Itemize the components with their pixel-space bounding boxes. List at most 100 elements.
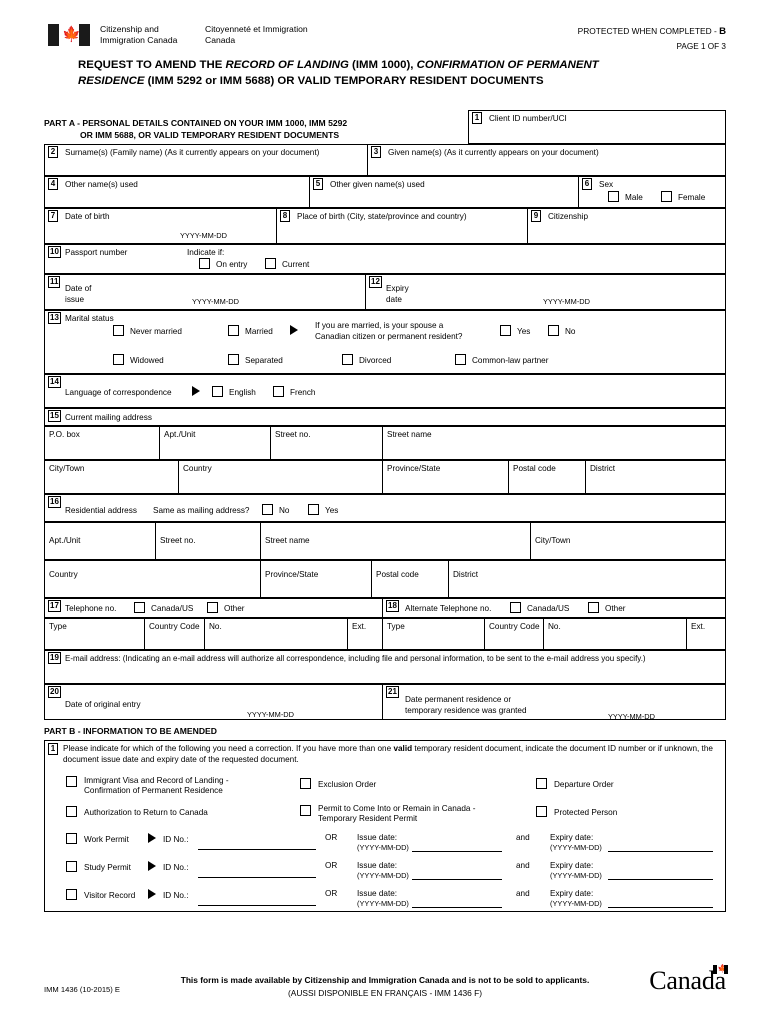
field-number-5: 5	[313, 178, 323, 190]
hint-work-permit-issue-format: (YYYY-MM-DD)	[357, 843, 409, 852]
label-res-postal-code: Postal code	[376, 570, 419, 579]
label-visitor-record-or: OR	[325, 889, 338, 898]
divider	[260, 560, 261, 598]
checkbox-trp[interactable]	[300, 805, 311, 816]
checkbox-same-address-no[interactable]	[262, 504, 273, 515]
label-study-permit-expiry-date: Expiry date:	[550, 861, 594, 870]
divider	[448, 560, 449, 598]
input-study-permit-id[interactable]	[198, 877, 316, 878]
label-apt-unit: Apt./Unit	[164, 430, 196, 439]
checkbox-visitor-record[interactable]	[66, 889, 77, 900]
arrow-icon	[148, 889, 156, 899]
checkbox-study-permit[interactable]	[66, 861, 77, 872]
label-language-french: French	[290, 388, 316, 397]
label-passport-current: Current	[282, 260, 310, 269]
checkbox-work-permit[interactable]	[66, 833, 77, 844]
checkbox-alt-telephone-canada-us[interactable]	[510, 602, 521, 613]
label-never-married: Never married	[130, 327, 182, 336]
checkbox-spouse-no[interactable]	[548, 325, 559, 336]
checkbox-language-english[interactable]	[212, 386, 223, 397]
hint-expiry-date-format: YYYY-MM-DD	[543, 297, 590, 306]
department-name-fr: Citoyenneté et Immigration Canada	[205, 24, 308, 46]
form-title: REQUEST TO AMEND THE RECORD OF LANDING (…	[78, 59, 599, 87]
checkbox-separated[interactable]	[228, 354, 239, 365]
checkbox-passport-current[interactable]	[265, 258, 276, 269]
checkbox-spouse-yes[interactable]	[500, 325, 511, 336]
label-expiry-date-l2: date	[386, 295, 402, 304]
row-mailing-address-2	[44, 460, 726, 494]
divider	[367, 144, 368, 176]
label-visitor-record: Visitor Record	[84, 891, 136, 900]
label-marital-status: Marital status	[65, 314, 114, 323]
input-study-permit-issue-date[interactable]	[412, 879, 502, 880]
checkbox-protected-person[interactable]	[536, 806, 547, 817]
input-visitor-record-expiry-date[interactable]	[608, 907, 713, 908]
page-indicator: PAGE 1 OF 3	[676, 42, 726, 51]
hint-date-of-birth-format: YYYY-MM-DD	[180, 231, 227, 240]
checkbox-widowed[interactable]	[113, 354, 124, 365]
input-visitor-record-id[interactable]	[198, 905, 316, 906]
label-study-permit-and: and	[516, 861, 530, 870]
label-indicate-if: Indicate if:	[187, 248, 225, 257]
label-street-no: Street no.	[275, 430, 311, 439]
input-visitor-record-issue-date[interactable]	[412, 907, 502, 908]
checkbox-immigrant-visa[interactable]	[66, 776, 77, 787]
hint-issue-date-format: YYYY-MM-DD	[192, 297, 239, 306]
checkbox-sex-female[interactable]	[661, 191, 672, 202]
checkbox-telephone-other[interactable]	[207, 602, 218, 613]
label-same-as-mailing: Same as mailing address?	[153, 506, 250, 515]
hint-original-entry-format: YYYY-MM-DD	[247, 710, 294, 719]
page-header: 🍁 Citizenship and Immigration Canada Cit…	[0, 0, 770, 52]
checkbox-telephone-canada-us[interactable]	[134, 602, 145, 613]
label-other-given-names: Other given name(s) used	[330, 180, 425, 189]
label-study-permit: Study Permit	[84, 863, 131, 872]
input-work-permit-id[interactable]	[198, 849, 316, 850]
label-pr-granted-l1: Date permanent residence or	[405, 695, 512, 704]
input-work-permit-issue-date[interactable]	[412, 851, 502, 852]
label-authorization-return: Authorization to Return to Canada	[84, 808, 208, 817]
label-city-town: City/Town	[49, 464, 85, 473]
checkbox-passport-on-entry[interactable]	[199, 258, 210, 269]
label-trp-l1: Permit to Come Into or Remain in Canada …	[318, 804, 476, 813]
label-spouse-yes: Yes	[517, 327, 531, 336]
checkbox-never-married[interactable]	[113, 325, 124, 336]
input-work-permit-expiry-date[interactable]	[608, 851, 713, 852]
checkbox-same-address-yes[interactable]	[308, 504, 319, 515]
label-passport-number: Passport number	[65, 248, 128, 257]
part-b-panel	[44, 740, 726, 912]
checkbox-departure-order[interactable]	[536, 778, 547, 789]
divider	[543, 618, 544, 650]
checkbox-sex-male[interactable]	[608, 191, 619, 202]
checkbox-common-law[interactable]	[455, 354, 466, 365]
checkbox-language-french[interactable]	[273, 386, 284, 397]
label-spouse-question-l2: Canadian citizen or permanent resident?	[315, 332, 463, 341]
label-surname: Surname(s) (Family name) (As it currentl…	[65, 148, 320, 157]
checkbox-authorization-return[interactable]	[66, 806, 77, 817]
part-a-heading-line2: OR IMM 5688, OR VALID TEMPORARY RESIDENT…	[80, 130, 340, 140]
row-telephone-details	[44, 618, 726, 650]
label-postal-code: Postal code	[513, 464, 556, 473]
divider	[347, 618, 348, 650]
divider	[159, 426, 160, 460]
canada-flag-icon: 🍁	[48, 24, 90, 46]
label-sex-female: Female	[678, 193, 706, 202]
label-study-permit-or: OR	[325, 861, 338, 870]
label-visitor-record-id-no: ID No.:	[163, 891, 189, 900]
checkbox-alt-telephone-other[interactable]	[588, 602, 599, 613]
divider	[260, 522, 261, 560]
checkbox-divorced[interactable]	[342, 354, 353, 365]
field-number-8: 8	[280, 210, 290, 222]
protected-marking: PROTECTED WHEN COMPLETED - B	[577, 26, 726, 37]
label-res-street-name: Street name	[265, 536, 310, 545]
input-study-permit-expiry-date[interactable]	[608, 879, 713, 880]
label-alt-telephone-canada-us: Canada/US	[527, 604, 570, 613]
divider	[144, 618, 145, 650]
field-number-4: 4	[48, 178, 58, 190]
label-spouse-no: No	[565, 327, 576, 336]
field-number-3: 3	[371, 146, 381, 158]
checkbox-married[interactable]	[228, 325, 239, 336]
label-work-permit-issue-date: Issue date:	[357, 833, 398, 842]
divider	[178, 460, 179, 494]
checkbox-exclusion-order[interactable]	[300, 778, 311, 789]
field-number-17: 17	[48, 600, 61, 612]
